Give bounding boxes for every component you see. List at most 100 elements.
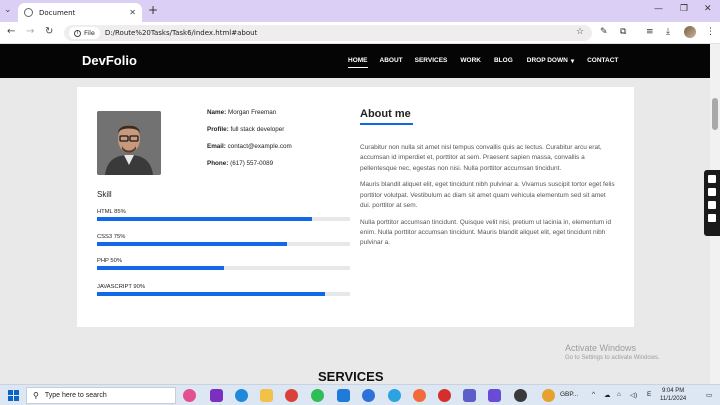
- app-teams-icon[interactable]: [463, 389, 476, 402]
- nav-about[interactable]: ABOUT: [380, 57, 403, 68]
- download-icon[interactable]: ⤓: [666, 27, 670, 37]
- nav-contact[interactable]: CONTACT: [587, 57, 618, 68]
- file-chip-label: File: [84, 29, 95, 37]
- skill-label: JAVASCRIPT 90%: [97, 284, 146, 290]
- info-email: Email: contact@example.com: [207, 143, 292, 150]
- skill-track: [97, 266, 350, 270]
- new-tab-button[interactable]: +: [148, 3, 158, 17]
- app-copilot-icon[interactable]: [183, 389, 196, 402]
- skill-javascript: JAVASCRIPT 90%: [97, 284, 350, 296]
- menu-dots-icon[interactable]: ⋮: [706, 27, 715, 37]
- skill-label: PHP 50%: [97, 258, 123, 264]
- about-text: Curabitur non nulla sit amet nisl tempus…: [360, 143, 616, 255]
- nav-home[interactable]: HOME: [348, 57, 368, 68]
- watermark-line1: Activate Windows: [565, 343, 637, 353]
- about-card: Name: Morgan Freeman Profile: full stack…: [77, 87, 634, 327]
- app-edge-icon[interactable]: [235, 389, 248, 402]
- skill-track: [97, 242, 350, 246]
- tab-search-icon[interactable]: ⌄: [4, 5, 12, 15]
- app-discord-icon[interactable]: [488, 389, 501, 402]
- taskbar-search-placeholder: Type here to search: [44, 392, 107, 399]
- app-zoom-icon[interactable]: [362, 389, 375, 402]
- nav-links: HOME ABOUT SERVICES WORK BLOG DROP DOWN …: [348, 57, 618, 68]
- language-indicator[interactable]: E: [647, 391, 651, 398]
- activate-windows-watermark: Activate Windows Go to Settings to activ…: [565, 343, 660, 361]
- profile-avatar-icon[interactable]: [684, 26, 696, 38]
- widget-settings-icon[interactable]: [708, 214, 716, 222]
- skill-bar-fill: [97, 242, 287, 246]
- clock-time: 9:04 PM: [661, 388, 685, 394]
- reload-icon[interactable]: ↻: [45, 26, 53, 37]
- tab-title: Document: [39, 8, 76, 17]
- app-postman-icon[interactable]: [413, 389, 426, 402]
- search-icon: ⚲: [33, 391, 39, 400]
- app-whatsapp-icon[interactable]: [311, 389, 324, 402]
- skill-title: Skill: [97, 190, 112, 199]
- network-icon[interactable]: ⌂: [617, 391, 621, 398]
- about-heading-underline: [360, 123, 413, 125]
- skill-php: PHP 50%: [97, 258, 350, 270]
- about-paragraph: Mauris blandit aliquet elit, eget tincid…: [360, 181, 615, 209]
- app-file-explorer-icon[interactable]: [260, 389, 273, 402]
- app-recorder-icon[interactable]: [438, 389, 451, 402]
- profile-info: Name: Morgan Freeman Profile: full stack…: [207, 109, 292, 177]
- skill-css3: CSS3 75%: [97, 234, 350, 246]
- maximize-icon[interactable]: ❐: [680, 4, 688, 14]
- skill-bar-fill: [97, 217, 313, 221]
- browser-tab-strip: ⌄ Document ✕ + — ❐ ✕: [0, 0, 720, 22]
- volume-icon[interactable]: ◁): [630, 391, 637, 399]
- widget-video-icon[interactable]: [708, 188, 716, 196]
- minimize-icon[interactable]: —: [654, 4, 663, 14]
- close-window-icon[interactable]: ✕: [704, 4, 712, 14]
- url-text: D:/Route%20Tasks/Task6/index.html#about: [104, 29, 258, 37]
- skill-track: [97, 292, 350, 296]
- address-bar[interactable]: i File D:/Route%20Tasks/Task6/index.html…: [64, 25, 592, 41]
- pen-icon[interactable]: ✎: [600, 27, 608, 37]
- globe-icon: [24, 8, 33, 17]
- currency-widget-label[interactable]: GBP...: [560, 391, 578, 398]
- chevron-down-icon[interactable]: ▾: [571, 57, 574, 68]
- media-icon[interactable]: ≡: [646, 27, 654, 37]
- nav-services[interactable]: SERVICES: [415, 57, 448, 68]
- site-navbar: DevFolio HOME ABOUT SERVICES WORK BLOG D…: [0, 44, 710, 78]
- bookmark-star-icon[interactable]: ☆: [576, 27, 584, 37]
- nav-work[interactable]: WORK: [460, 57, 481, 68]
- close-tab-icon[interactable]: ✕: [129, 8, 136, 17]
- app-chrome-icon[interactable]: [285, 389, 298, 402]
- widget-camera-icon[interactable]: [708, 175, 716, 183]
- extensions-icon[interactable]: ⧉: [620, 27, 626, 37]
- skill-label: HTML 85%: [97, 209, 126, 215]
- app-telegram-icon[interactable]: [388, 389, 401, 402]
- profile-photo: [97, 111, 161, 175]
- info-profile: Profile: full stack developer: [207, 126, 285, 133]
- windows-taskbar: ⚲ Type here to search GBP... ^ ☁ ⌂ ◁) E …: [0, 384, 720, 405]
- cloud-icon[interactable]: ☁: [604, 391, 611, 399]
- about-paragraph: Nulla porttitor accumsan tincidunt. Quis…: [360, 218, 612, 247]
- info-icon: i: [74, 29, 81, 37]
- taskbar-clock[interactable]: 9:04 PM 11/1/2024: [660, 387, 686, 403]
- currency-widget-icon[interactable]: [542, 389, 555, 402]
- side-widget[interactable]: [704, 170, 720, 236]
- nav-blog[interactable]: BLOG: [494, 57, 513, 68]
- info-phone: Phone: (617) 557-0089: [207, 160, 274, 167]
- site-info-chip[interactable]: i File: [69, 27, 100, 39]
- forward-icon[interactable]: →: [26, 26, 34, 37]
- back-icon[interactable]: ←: [7, 26, 15, 37]
- about-heading: About me: [360, 108, 411, 120]
- site-brand[interactable]: DevFolio: [82, 53, 137, 68]
- app-vscode-icon[interactable]: [337, 389, 350, 402]
- app-media-player-icon[interactable]: [514, 389, 527, 402]
- skill-html: HTML 85%: [97, 209, 350, 221]
- taskbar-search[interactable]: ⚲ Type here to search: [26, 387, 176, 404]
- skill-bar-fill: [97, 266, 224, 270]
- notification-icon[interactable]: ▭: [706, 391, 712, 399]
- services-heading: SERVICES: [318, 369, 384, 384]
- nav-dropdown[interactable]: DROP DOWN: [527, 57, 568, 68]
- browser-tab[interactable]: Document ✕: [18, 3, 142, 22]
- app-visual-studio-icon[interactable]: [210, 389, 223, 402]
- widget-window-icon[interactable]: [708, 201, 716, 209]
- windows-start-icon[interactable]: [8, 390, 19, 401]
- scrollbar-thumb[interactable]: [712, 98, 718, 130]
- tray-chevron-up-icon[interactable]: ^: [592, 391, 595, 398]
- clock-date: 11/1/2024: [660, 396, 687, 402]
